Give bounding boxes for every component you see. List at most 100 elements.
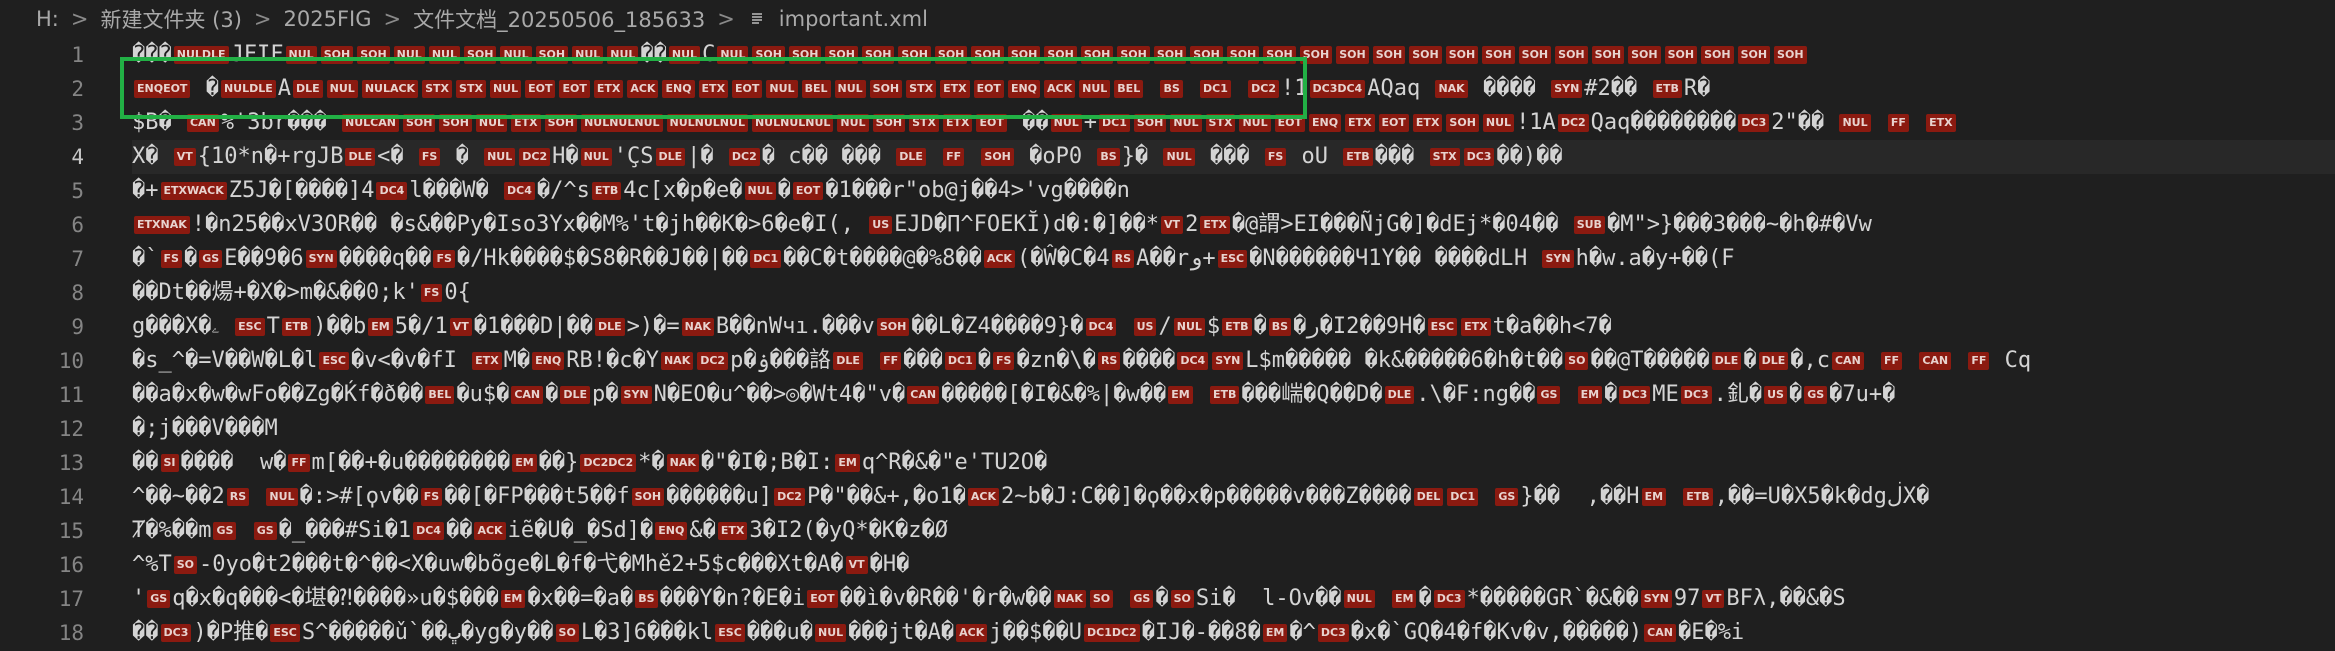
control-char-badge: NULNULNUL [581, 114, 663, 132]
control-char-badge: NUL [834, 80, 866, 98]
control-char-badge: NUL [1343, 590, 1375, 608]
control-char-badge: CAN [511, 386, 544, 404]
code-line[interactable]: ^%T SO -0yo�t2���t�^��<X�uw�bõge�L�f�弋�Mhě… [132, 548, 2335, 582]
code-line[interactable]: �;j���V���M [132, 412, 2335, 446]
code-line[interactable]: ��� NULDLE JFIF NUL SOH SOH NUL NUL SOH NUL SOH NUL… [132, 38, 2335, 72]
control-char-badge: VT [1161, 216, 1184, 234]
control-char-badge: ETB [1343, 148, 1373, 166]
control-char-badge: US [1133, 318, 1157, 336]
code-line[interactable]: Ⱦ�%��m GS GS �_���#Si�1 DC4 �� ACK iẽ�U�_�Sd]�… [132, 514, 2335, 548]
control-char-badge: NUL [285, 46, 317, 64]
breadcrumb-item-drive[interactable]: H: [36, 7, 59, 31]
control-char-badge: BEL [1114, 80, 1144, 98]
control-char-badge: CAN [907, 386, 940, 404]
control-char-badge: NUL [475, 114, 508, 132]
line-number: 4 [71, 145, 84, 169]
breadcrumb-item-subfolder[interactable]: 2025FIG [284, 7, 372, 31]
line-number: 3 [71, 111, 84, 135]
control-char-badge: CAN [1831, 352, 1864, 370]
control-char-badge: FS [160, 250, 182, 268]
control-char-badge: DEL [1413, 488, 1444, 506]
control-char-badge: FS [1264, 148, 1287, 166]
control-char-badge: NUL [744, 182, 776, 200]
control-char-badge: EOT [559, 80, 590, 98]
control-char-badge: DC3 [160, 624, 192, 642]
line-number: 8 [71, 281, 84, 305]
control-char-badge: EOT [732, 80, 763, 98]
control-char-badge: NUL [717, 46, 749, 64]
code-line[interactable]: ETXNAK !�n25��xV3OR�� �s&��Py�Iso3Yx��M%'… [132, 208, 2335, 242]
control-char-badge: ETX [942, 114, 973, 132]
control-char-badge: DLE [560, 386, 591, 404]
code-line[interactable]: ENQEOT � NULDLE A DLE NUL NULACK STX STX NUL EOT E… [132, 72, 2335, 106]
control-char-badge: SOH [1044, 46, 1077, 64]
code-line[interactable]: ��a�x�w�wFo��Zg�Ḱf�ð�� BEL �u$� CAN � DLE p� SY… [132, 378, 2335, 412]
code-line[interactable]: ��Dt��煬+�X�>m�&��0;k' FS 0{ [132, 276, 2335, 310]
line-number: 5 [71, 179, 84, 203]
control-char-badge: ACK [956, 624, 988, 642]
control-char-badge: SO [1565, 352, 1589, 370]
control-char-badge: EM [1641, 488, 1667, 506]
control-char-badge: EM [1262, 624, 1288, 642]
control-char-badge: NUL [1079, 80, 1111, 98]
control-char-badge: EM [500, 590, 526, 608]
control-char-badge: SI [160, 454, 179, 472]
breadcrumb-item-file[interactable]: important.xml [779, 7, 928, 31]
control-char-badge: ETX [717, 522, 748, 540]
control-char-badge: SOH [535, 46, 569, 64]
control-char-badge: SOH [788, 46, 822, 64]
code-line[interactable]: $B� CAN %'3br��� NULCAN SOH SOH NUL ETX SOH NUL… [132, 106, 2335, 140]
editor-text-area[interactable]: ��� NULDLE JFIF NUL SOH SOH NUL NUL SOH NUL SOH NUL… [132, 38, 2335, 651]
control-char-badge: NUL [1050, 114, 1082, 132]
control-char-badge: NUL [266, 488, 298, 506]
control-char-badge: ETX [593, 80, 624, 98]
control-char-badge: CAN [186, 114, 219, 132]
control-char-badge: VT [449, 318, 472, 336]
control-char-badge: EOT [525, 80, 556, 98]
control-char-badge: CAN [1919, 352, 1952, 370]
control-char-badge: SO [1089, 590, 1114, 608]
control-char-badge: SOH [1774, 46, 1807, 64]
control-char-badge: DC2 [697, 352, 729, 370]
chevron-right-icon: > [383, 7, 402, 31]
control-char-badge: ETB [591, 182, 622, 200]
control-char-badge: SYN [620, 386, 652, 404]
breadcrumb-item-folder[interactable]: 新建文件夹 (3) [100, 4, 241, 34]
control-char-badge: US [1764, 386, 1787, 404]
control-char-badge: NUL [484, 148, 516, 166]
code-line[interactable]: g���X�ۦ ESC T ETB)��b EM 5�/1 VT �1���D|�� DLE >… [132, 310, 2335, 344]
code-line[interactable]: X� VT {10*n�+rgJB DLE <� FS � NUL DC2 H� NUL 'Ç… [132, 140, 2335, 174]
breadcrumb-item-docs-folder[interactable]: 文件文档_20250506_185633 [413, 4, 705, 34]
control-char-badge: NULDLE [220, 80, 276, 98]
control-char-badge: NUL [1163, 148, 1195, 166]
control-char-badge: FS [420, 488, 443, 506]
code-line[interactable]: �` FS � GS E��9�6 SYN ����q�� FS �/Hk����$�S8�R�… [132, 242, 2335, 276]
code-line[interactable]: �s_^�=V��W�L�l ESC �v<�v�fI ETX M� ENQ RB!�c�… [132, 344, 2335, 378]
code-line[interactable]: �� DC3)�P推� ESC S^�����ǔ`��ڀ�yg�y�� SO L�3]6�… [132, 616, 2335, 650]
control-char-badge: DC3 [1619, 386, 1651, 404]
control-char-badge: EOT [807, 590, 838, 608]
control-char-badge: DC4 [1085, 318, 1117, 336]
control-char-badge: EOT [792, 182, 824, 200]
control-char-badge: DC1 [1200, 80, 1231, 98]
code-line[interactable]: �+ ETXWACK Z5J�[����]4 DC4 l���W� DC4 �/^s ETB… [132, 174, 2335, 208]
control-char-badge: SOH [934, 46, 968, 64]
code-line[interactable]: �� SI ���� w� FF m[��+�u�������� EM ��} DC2DC2 *… [132, 446, 2335, 480]
control-char-badge: DC1 [750, 250, 782, 268]
control-char-badge: STX [1205, 114, 1236, 132]
control-char-badge: SYN [1542, 250, 1574, 268]
code-line[interactable]: ' GS q�x�q���<�堪�⁈����»u�$��� EM �x��=�a� BS �… [132, 582, 2335, 616]
control-char-badge: NULNULNUL [666, 114, 748, 132]
control-char-badge: ETB [1222, 318, 1252, 336]
control-char-badge: STX [456, 80, 486, 98]
code-editor[interactable]: 1 2 3 4 5 6 7 8 9 10 11 12 13 14 15 16 17 18 ��� NULDLE JFI… [0, 38, 2335, 651]
control-char-badge: SOH [898, 46, 931, 64]
control-char-badge: NUL [572, 46, 604, 64]
control-char-badge: GS [147, 590, 171, 608]
control-char-badge: SOH [1482, 46, 1515, 64]
control-char-badge: SOH [1190, 46, 1223, 64]
control-char-badge: DC1 [1447, 488, 1479, 506]
code-line[interactable]: ^��~��2 RS NUL �:>#[ϙv�� FS ��[�FP���t5��f SO… [132, 480, 2335, 514]
control-char-badge: ETXNAK [134, 216, 190, 234]
control-char-badge: SOH [544, 114, 578, 132]
